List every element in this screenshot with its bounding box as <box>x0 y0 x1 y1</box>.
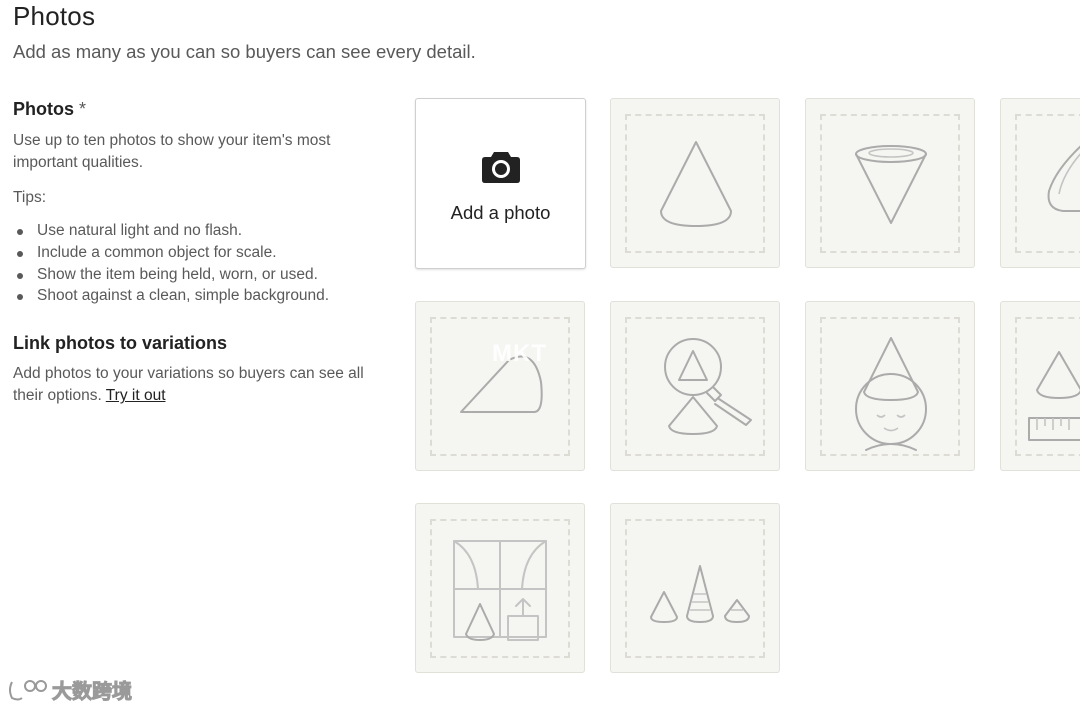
photo-slot-8[interactable] <box>1000 301 1080 471</box>
cone-group-icon <box>650 565 750 623</box>
cone-scale-ruler-icon <box>1028 351 1080 441</box>
cone-in-setting-icon <box>453 540 547 641</box>
tip-item: Shoot against a clean, simple background… <box>13 285 383 307</box>
photo-slot-2[interactable] <box>610 98 780 268</box>
required-mark: * <box>79 99 87 119</box>
cone-top-view-icon <box>855 145 927 224</box>
photo-slot-4[interactable] <box>1000 98 1080 268</box>
cone-tipped-icon <box>460 355 543 413</box>
try-it-out-link[interactable]: Try it out <box>106 387 166 404</box>
photos-instructions: Photos * Use up to ten photos to show yo… <box>13 99 383 407</box>
camera-icon <box>482 152 520 183</box>
cone-upright-icon <box>660 141 732 227</box>
center-watermark: MKT <box>492 340 547 367</box>
photos-label-text: Photos <box>13 99 74 119</box>
listing-photos-section: Photos Add as many as you can so buyers … <box>0 0 1080 709</box>
photo-slot-5[interactable] <box>415 301 585 471</box>
variations-title: Link photos to variations <box>13 333 228 354</box>
section-title: Photos <box>13 1 96 31</box>
add-photo-label: Add a photo <box>450 202 551 223</box>
cone-worn-icon <box>855 337 927 451</box>
photo-slot-9[interactable] <box>415 503 585 673</box>
photo-slot-7[interactable] <box>805 301 975 471</box>
tip-item: Show the item being held, worn, or used. <box>13 264 383 286</box>
cone-angled-icon <box>1047 145 1080 212</box>
watermark-text: 大数跨境 <box>52 681 133 704</box>
watermark-logo-icon <box>9 679 47 700</box>
corner-watermark: 大数跨境 <box>8 675 133 704</box>
photo-slot-10[interactable] <box>610 503 780 673</box>
tips-list: Use natural light and no flash. Include … <box>13 220 383 307</box>
section-subtitle: Add as many as you can so buyers can see… <box>13 41 476 62</box>
photo-slot-3[interactable] <box>805 98 975 268</box>
variations-help-text: Add photos to your variations so buyers … <box>13 365 364 405</box>
cone-detail-magnifier-icon <box>664 338 752 435</box>
tip-item: Include a common object for scale. <box>13 242 383 264</box>
photo-slot-6[interactable] <box>610 301 780 471</box>
variations-help: Add photos to your variations so buyers … <box>13 363 383 407</box>
photos-help-text: Use up to ten photos to show your item's… <box>13 132 331 171</box>
tips-label: Tips: <box>13 189 47 206</box>
photos-field-label: Photos * <box>13 99 383 120</box>
add-photo-button[interactable]: Add a photo <box>415 98 586 269</box>
tip-item: Use natural light and no flash. <box>13 220 383 242</box>
